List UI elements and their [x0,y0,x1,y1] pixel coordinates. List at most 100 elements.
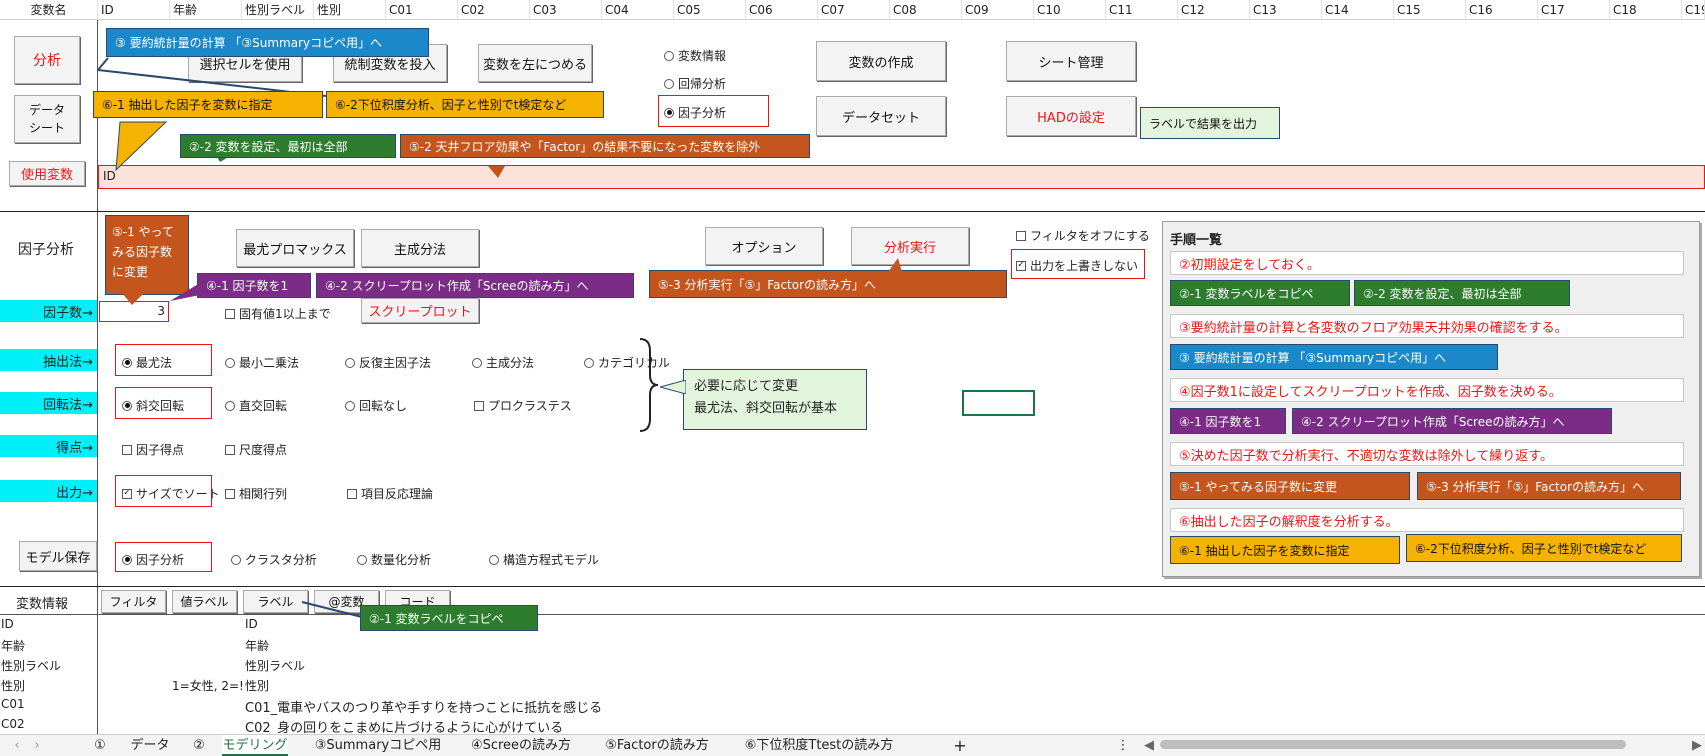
step-6-1-button[interactable]: ⑥-1 抽出した因子を変数に指定 [1170,536,1400,564]
radio-method-pc[interactable]: 主成分法 [472,354,534,371]
row-label[interactable]: 性別ラベル [245,657,305,674]
radio-icon [357,554,367,565]
radio-icon [489,554,499,565]
radio-label: 構造方程式モデル [503,553,600,567]
tab-next-icon[interactable]: › [28,735,46,756]
corr-matrix-checkbox[interactable]: 相関行列 [225,485,287,502]
irt-checkbox[interactable]: 項目反応理論 [347,485,433,502]
horizontal-scrollbar[interactable] [1160,740,1626,749]
checkbox-label: サイズでソート [136,487,220,501]
rotation-label: 回転法→ [0,392,97,414]
option-button[interactable]: オプション [705,227,823,265]
factor-score-checkbox[interactable]: 因子得点 [122,441,184,458]
checkbox-checked-icon: ✓ [122,488,132,499]
step-3-button[interactable]: ③ 要約統計量の計算 「③Summaryコピペ用」へ [1170,344,1498,370]
row-name[interactable]: 性別 [1,677,25,694]
scroll-left-icon[interactable]: ◀ [1142,735,1156,756]
checkbox-label: 項目反応理論 [361,487,434,501]
run-analysis-button[interactable]: 分析実行 [851,227,969,265]
radio-label: クラスタ分析 [245,553,317,567]
checkbox-icon [225,308,235,319]
radio-icon [345,400,355,411]
step-6-2-button[interactable]: ⑥-2下位积度分析、因子と性別でt検定など [1406,534,1682,562]
callout-5-1-line1: ⑤-1 やって [112,225,174,239]
scale-score-checkbox[interactable]: 尺度得点 [225,441,287,458]
extraction-label: 抽出法→ [0,349,97,371]
sheet-tab-modeling[interactable]: モデリング [222,735,288,756]
scree-plot-button[interactable]: スクリープロット [361,298,479,323]
pca-button[interactable]: 主成分法 [361,229,479,267]
selected-cell[interactable] [962,390,1035,416]
sheet-tab-summary[interactable]: ③Summaryコピペ用 [308,735,448,756]
callout-4-1-pointer [170,283,200,301]
radio-method-ml[interactable]: 最尤法 [122,354,172,371]
ml-promax-button[interactable]: 最尤プロマックス [236,229,354,267]
sheet-tab-data[interactable]: データ [124,735,176,756]
radio-model-quant[interactable]: 数量化分析 [357,551,431,568]
model-save-button[interactable]: モデル保存 [19,541,97,571]
callout-6-1: ⑥-1 抽出した因子を変数に指定 [93,91,323,118]
sheet-tab-2[interactable]: ② [184,735,214,756]
row-name[interactable]: C01 [1,697,25,711]
row-label[interactable]: 年齢 [245,637,269,654]
row-label[interactable]: ID [245,617,258,631]
radio-model-cluster[interactable]: クラスタ分析 [231,551,317,568]
radio-rotation-orthogonal[interactable]: 直交回転 [225,397,287,414]
row-label[interactable]: C01_電車やバスのつり革や手すりを持つことに抵抗を感じる [245,697,602,716]
radio-label: 因子分析 [136,553,185,567]
step-4-text: ④因子数1に設定してスクリープロットを作成、因子数を決める。 [1170,378,1684,402]
tab-value-label[interactable]: 値ラベル [172,590,237,613]
more-options-icon[interactable]: ⋮ [1116,735,1130,756]
row-value-label[interactable]: 1=女性, 2=! [172,677,245,694]
nfactors-label: 因子数→ [0,300,97,322]
add-sheet-icon[interactable]: + [948,735,972,756]
row-name[interactable]: 性別ラベル [1,657,61,674]
checkbox-label: 固有値1以上まで [239,307,331,321]
scroll-right-icon[interactable]: ▶ [1690,735,1704,756]
step-2-text: ②初期設定をしておく。 [1170,251,1684,275]
step-4-1-button[interactable]: ④-1 因子数を1 [1170,408,1286,434]
radio-icon [345,357,355,368]
checkbox-icon [1016,230,1026,241]
radio-rotation-none[interactable]: 回転なし [345,397,407,414]
sheet-tab-factor[interactable]: ⑤Factorの読み方 [594,735,720,756]
radio-rotation-oblique[interactable]: 斜交回転 [122,397,184,414]
row-name[interactable]: 年齢 [1,637,25,654]
radio-label: 直交回転 [239,399,288,413]
row-name[interactable]: ID [1,617,14,631]
tab-prev-icon[interactable]: ‹ [8,735,26,756]
radio-selected-icon [122,400,132,411]
radio-model-factor[interactable]: 因子分析 [122,551,184,568]
step-5-3-button[interactable]: ⑤-3 分析実行「⑤」Factorの読み方」へ [1417,472,1681,500]
sheet-tab-1[interactable]: ① [86,735,114,756]
procrustes-checkbox[interactable]: プロクラステス [474,397,572,414]
row-label[interactable]: 性別 [245,677,269,694]
radio-method-paf[interactable]: 反復主因子法 [345,354,431,371]
checkbox-icon [225,444,235,455]
radio-model-sem[interactable]: 構造方程式モデル [489,551,599,568]
callout-label-output: ラベルで結果を出力 [1140,107,1280,139]
varinfo-label: 変数情報 [16,597,69,612]
sort-by-size-checkbox[interactable]: ✓ サイズでソート [122,485,220,502]
step-5-1-button[interactable]: ⑤-1 やってみる因子数に変更 [1170,472,1410,500]
row-name[interactable]: C02 [1,717,25,731]
step-2-1-button[interactable]: ②-1 変数ラベルをコピペ [1170,280,1350,306]
brace-icon [639,338,659,432]
callout-5-1-pointer [122,293,144,305]
section-divider-bottom [0,586,1705,587]
eigen-only-checkbox[interactable]: 固有値1以上まで [225,305,331,322]
note-line-2: 最尤法、斜交回転が基本 [694,401,838,416]
checkbox-label: 相関行列 [239,487,288,501]
step-4-2-button[interactable]: ④-2 スクリープロット作成「Screeの読み方」へ [1292,408,1612,434]
step-2-2-button[interactable]: ②-2 変数を設定、最初は全部 [1354,280,1570,306]
tab-label[interactable]: ラベル [243,590,308,613]
note-pointer [660,380,686,394]
callout-5-1-line2: みる因子数 [112,245,173,259]
checkbox-label: 因子得点 [136,443,185,457]
tab-filter[interactable]: フィルタ [101,590,166,613]
radio-icon [225,357,235,368]
filter-off-checkbox[interactable]: フィルタをオフにする [1016,227,1150,244]
sheet-tab-scree[interactable]: ④Screeの読み方 [462,735,580,756]
radio-method-ls[interactable]: 最小二乗法 [225,354,299,371]
sheet-tab-subscale-ttest[interactable]: ⑥下位积度Ttestの読み方 [734,735,904,756]
